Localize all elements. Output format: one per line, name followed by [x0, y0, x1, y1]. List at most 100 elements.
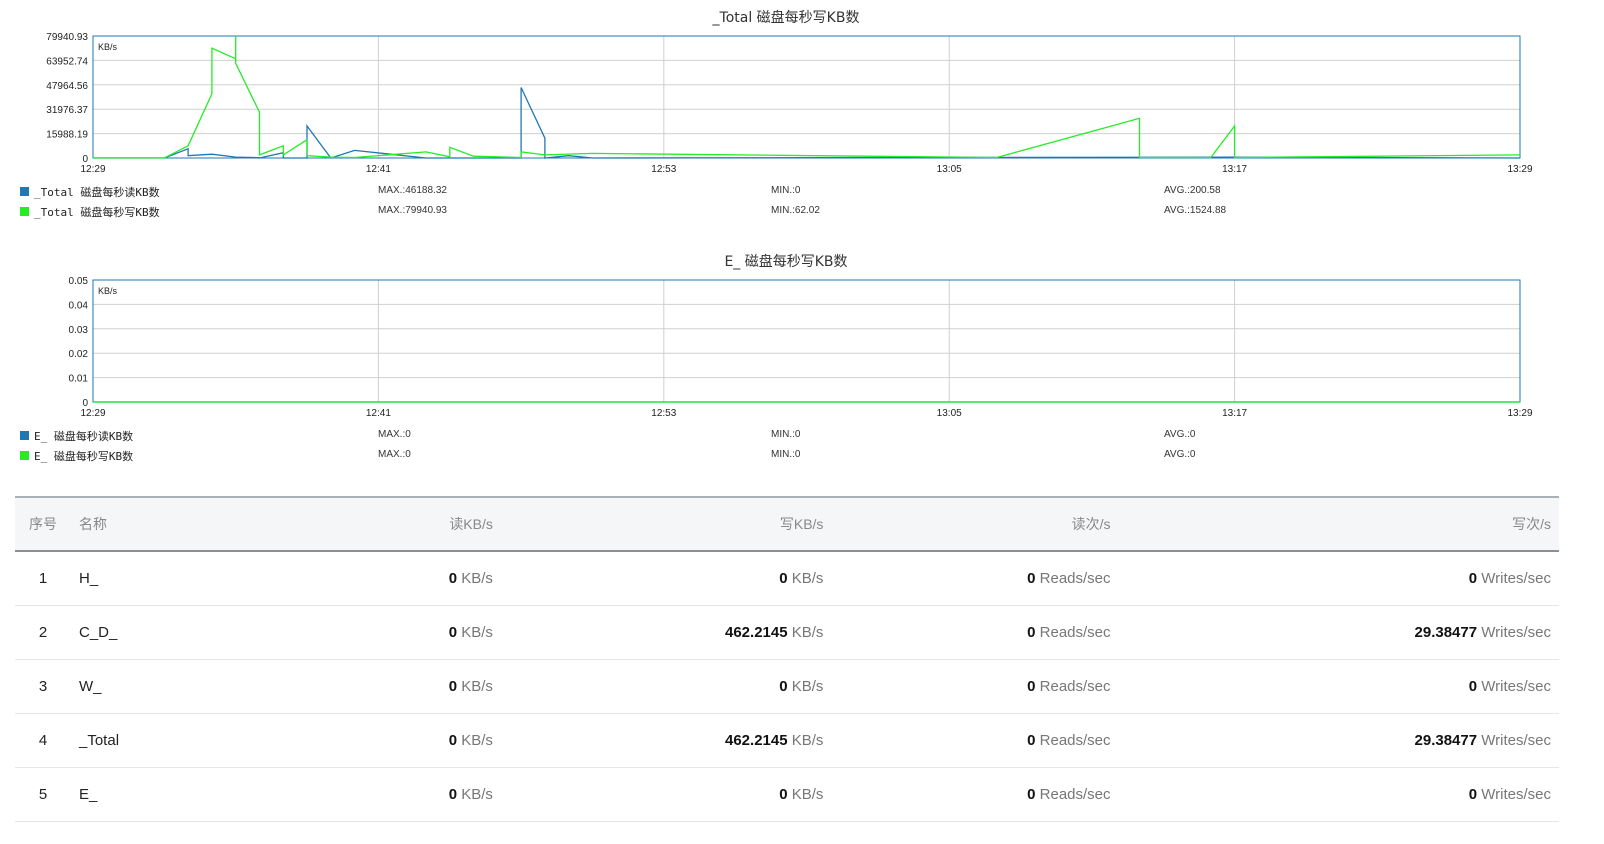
- legend-max: MAX.:0: [378, 449, 411, 460]
- cell-unit: Writes/sec: [1481, 570, 1551, 587]
- cell-name-text: E_: [79, 786, 98, 803]
- cell-read-kb: 0 KB/s: [327, 767, 501, 822]
- cell-value: 0: [448, 732, 458, 749]
- cell-index-text: 3: [38, 678, 48, 695]
- y-tick-label: 15988.19: [46, 130, 88, 141]
- disk-stats-table: 序号 名称 读KB/s 写KB/s 读次/s 写次/s 1 H_ 0 KB/s 0 K…: [15, 496, 1559, 822]
- cell-unit: Writes/sec: [1481, 678, 1551, 695]
- cell-index-text: 5: [38, 786, 48, 803]
- legend-row: E_ 磁盘每秒读KB数 MAX.:0 MIN.:0 AVG.:0: [20, 427, 1580, 445]
- header-writes-per-sec: 写次/s: [1512, 516, 1551, 532]
- chart-panel-total: _Total 磁盘每秒写KB数 0 15988.19 31976.37 47964.56…: [0, 0, 1604, 230]
- cell-writes-per-sec: 29.38477 Writes/sec: [1118, 605, 1559, 660]
- cell-index-text: 4: [38, 732, 48, 749]
- cell-name-text: _Total: [79, 732, 120, 749]
- table-row: 1 H_ 0 KB/s 0 KB/s 0 Reads/sec 0 Writes/sec: [15, 551, 1559, 606]
- cell-value: 0: [1027, 624, 1036, 641]
- header-reads-per-sec: 读次/s: [1071, 516, 1111, 532]
- cell-unit: Writes/sec: [1481, 786, 1551, 803]
- cell-value: 0: [779, 786, 788, 803]
- cell-unit: KB/s: [461, 786, 493, 803]
- cell-writes-per-sec: 0 Writes/sec: [1118, 767, 1559, 822]
- y-tick-label: 31976.37: [46, 105, 88, 116]
- chart-total-svg: _Total 磁盘每秒写KB数015988.1931976.3747964.56…: [46, 9, 1533, 175]
- cell-reads-per-sec: 0 Reads/sec: [831, 551, 1119, 606]
- cell-value: 0: [448, 624, 458, 641]
- legend-avg: AVG.:0: [1164, 429, 1196, 440]
- cell-unit: KB/s: [461, 570, 493, 587]
- y-tick-label: 63952.74: [46, 56, 88, 67]
- x-tick-label: 12:41: [366, 408, 391, 419]
- x-tick-label: 12:29: [80, 408, 105, 419]
- legend-name: _Total 磁盘每秒写KB数: [34, 206, 160, 219]
- cell-unit: Reads/sec: [1039, 624, 1111, 641]
- cell-value: 0: [1468, 570, 1478, 587]
- cell-read-kb: 0 KB/s: [327, 659, 501, 714]
- cell-unit: KB/s: [791, 732, 824, 749]
- cell-unit: KB/s: [461, 624, 493, 641]
- x-tick-label: 12:29: [80, 164, 105, 175]
- cell-unit: KB/s: [791, 678, 824, 695]
- cell-name: H_: [71, 551, 327, 606]
- cell-name: C_D_: [71, 605, 327, 660]
- legend-name: E_ 磁盘每秒读KB数: [34, 430, 134, 443]
- legend-swatch: [20, 187, 29, 196]
- cell-reads-per-sec: 0 Reads/sec: [831, 713, 1119, 768]
- cell-unit: Writes/sec: [1481, 624, 1551, 641]
- x-tick-label: 13:05: [937, 164, 962, 175]
- plot-border: [92, 279, 1521, 403]
- unit-label: KB/s: [98, 286, 118, 296]
- cell-value: 0: [1468, 678, 1478, 695]
- cell-unit: KB/s: [791, 786, 824, 803]
- x-tick-label: 12:53: [651, 408, 676, 419]
- cell-read-kb: 0 KB/s: [327, 551, 501, 606]
- y-tick-label: 0.01: [69, 374, 89, 385]
- legend-min: MIN.:0: [771, 185, 801, 196]
- chart-title: _Total 磁盘每秒写KB数: [712, 9, 860, 26]
- legend-row: E_ 磁盘每秒写KB数 MAX.:0 MIN.:0 AVG.:0: [20, 447, 1580, 465]
- cell-writes-per-sec: 0 Writes/sec: [1118, 659, 1559, 714]
- table-row: 5 E_ 0 KB/s 0 KB/s 0 Reads/sec 0 Writes/sec: [15, 767, 1559, 822]
- legend-min: MIN.:0: [771, 449, 801, 460]
- series-line-write: [93, 36, 1521, 159]
- cell-reads-per-sec: 0 Reads/sec: [831, 767, 1119, 822]
- x-tick-label: 12:41: [366, 164, 391, 175]
- cell-unit: KB/s: [791, 624, 824, 641]
- chart-title: E_ 磁盘每秒写KB数: [724, 253, 847, 270]
- legend-avg: AVG.:1524.88: [1164, 205, 1227, 216]
- cell-value: 0: [1027, 678, 1036, 695]
- legend-name: E_ 磁盘每秒写KB数: [34, 450, 134, 463]
- cell-name: E_: [71, 767, 327, 822]
- legend-max: MAX.:79940.93: [378, 205, 447, 216]
- x-tick-label: 13:17: [1222, 164, 1247, 175]
- cell-writes-per-sec: 29.38477 Writes/sec: [1118, 713, 1559, 768]
- y-tick-label: 0.04: [69, 300, 89, 311]
- y-tick-label: 47964.56: [46, 81, 88, 92]
- legend-row: _Total 磁盘每秒读KB数 MAX.:46188.32 MIN.:0 AVG…: [20, 183, 1580, 201]
- legend-row: _Total 磁盘每秒写KB数 MAX.:79940.93 MIN.:62.02…: [20, 203, 1580, 221]
- cell-name: W_: [71, 659, 327, 714]
- cell-name-text: W_: [79, 678, 102, 695]
- cell-write-kb: 0 KB/s: [500, 767, 832, 822]
- cell-write-kb: 462.2145 KB/s: [500, 605, 832, 660]
- cell-index: 5: [15, 767, 71, 822]
- cell-name-text: H_: [79, 570, 99, 587]
- cell-index: 1: [15, 551, 71, 606]
- x-tick-label: 13:29: [1507, 164, 1532, 175]
- cell-unit: KB/s: [461, 678, 493, 695]
- x-tick-label: 13:29: [1507, 408, 1532, 419]
- chart-e-svg: E_ 磁盘每秒写KB数00.010.020.030.040.0512:29 12:…: [69, 253, 1533, 419]
- header-index: 序号: [29, 516, 57, 532]
- chart-panel-e: E_ 磁盘每秒写KB数 0 0.01 0.02 0.03 0.04 0.05 12:29 12:…: [0, 244, 1604, 474]
- cell-value: 29.38477: [1414, 624, 1478, 641]
- legend-min: MIN.:62.02: [771, 205, 820, 216]
- table-row: 3 W_ 0 KB/s 0 KB/s 0 Reads/sec 0 Writes/sec: [15, 659, 1559, 714]
- legend-avg: AVG.:200.58: [1164, 185, 1221, 196]
- cell-reads-per-sec: 0 Reads/sec: [831, 605, 1119, 660]
- cell-value: 0: [1027, 570, 1036, 587]
- legend-swatch: [20, 451, 29, 460]
- cell-unit: Reads/sec: [1039, 570, 1111, 587]
- header-read-kb: 读KB/s: [449, 516, 493, 532]
- cell-read-kb: 0 KB/s: [327, 713, 501, 768]
- table-row: 2 C_D_ 0 KB/s 462.2145 KB/s 0 Reads/sec 29.38…: [15, 605, 1559, 660]
